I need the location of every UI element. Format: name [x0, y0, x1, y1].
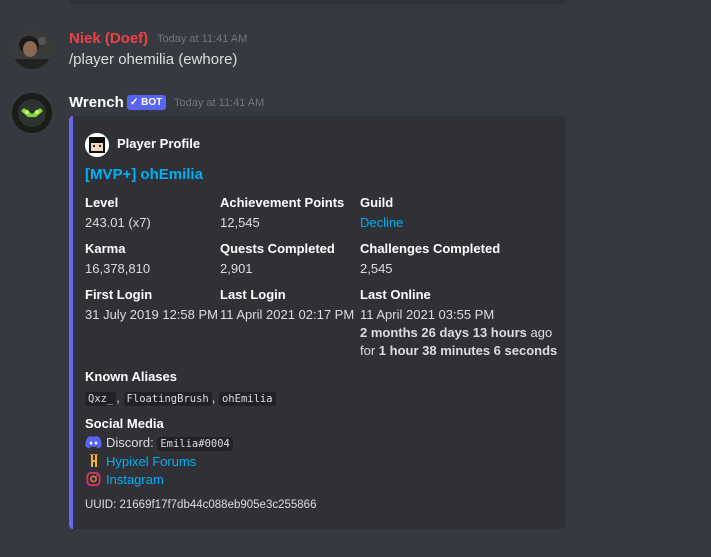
check-icon: ✓	[130, 97, 142, 108]
field-name: Level	[85, 195, 119, 210]
field-social-media: Social Media Discord: Emilia#0004 Hypixe…	[85, 415, 233, 489]
alias-separator: ,	[116, 390, 120, 405]
field-first-login: First Login 31 July 2019 12:58 PM	[85, 286, 218, 324]
aliases-list: Qxz_, FloatingBrush, ohEmilia	[85, 389, 276, 408]
session-duration: 1 hour 38 minutes 6 seconds	[378, 343, 558, 358]
field-level: Level 243.01 (x7)	[85, 194, 151, 232]
ago-duration: 2 months 26 days 13 hours	[360, 325, 527, 340]
alias-code: FloatingBrush	[123, 392, 212, 406]
social-instagram: Instagram	[85, 471, 233, 489]
field-name: Guild	[360, 195, 394, 210]
alias-separator: ,	[211, 390, 216, 405]
field-challenges: Challenges Completed 2,545	[360, 240, 500, 278]
last-online-session: for 1 hour 38 minutes 6 seconds	[360, 342, 557, 360]
field-name: Known Aliases	[85, 369, 177, 384]
field-karma: Karma 16,378,810	[85, 240, 150, 278]
bot-tag: ✓ BOT	[127, 95, 167, 110]
field-name: Social Media	[85, 416, 164, 431]
field-name: First Login	[85, 287, 153, 302]
ago-suffix: ago	[526, 325, 553, 340]
field-known-aliases: Known Aliases Qxz_, FloatingBrush, ohEmi…	[85, 368, 276, 408]
avatar[interactable]	[12, 29, 52, 69]
field-name: Karma	[85, 241, 126, 256]
discord-icon	[85, 435, 102, 449]
hypixel-forums-link[interactable]: Hypixel Forums	[106, 454, 196, 469]
hypixel-icon	[90, 454, 98, 467]
embed-author: Player Profile	[117, 136, 201, 151]
field-quests: Quests Completed 2,901	[220, 240, 335, 278]
field-name: Quests Completed	[220, 241, 335, 256]
field-name: Achievement Points	[220, 195, 345, 210]
avatar[interactable]	[12, 93, 52, 133]
field-value: 2,901	[220, 261, 253, 276]
author-icon	[85, 133, 109, 157]
username[interactable]: Niek (Doef)	[69, 30, 148, 47]
field-guild: Guild Decline	[360, 194, 403, 232]
last-online-ago: 2 months 26 days 13 hours ago	[360, 324, 557, 342]
timestamp: Today at 11:41 AM	[157, 33, 248, 45]
embed: Player Profile [MVP+] ohEmilia Level 243…	[69, 116, 566, 529]
discord-label: Discord:	[106, 435, 154, 450]
field-value: 12,545	[220, 215, 260, 230]
field-value: 16,378,810	[85, 261, 151, 276]
guild-link[interactable]: Decline	[360, 214, 403, 232]
embed-title[interactable]: [MVP+] ohEmilia	[85, 166, 203, 183]
embed-footer: UUID: 21669f17f7db44c088eb905e3c255866	[85, 499, 317, 511]
username[interactable]: Wrench	[69, 94, 124, 111]
social-forums: Hypixel Forums	[85, 453, 233, 471]
discord-tag: Emilia#0004	[157, 437, 233, 451]
field-last-login: Last Login 11 April 2021 02:17 PM	[220, 286, 354, 324]
field-value: 2,545	[360, 261, 393, 276]
field-value: 243.01 (x7)	[85, 215, 151, 230]
timestamp: Today at 11:41 AM	[174, 97, 265, 109]
instagram-icon	[86, 472, 101, 486]
embed-accent-bar	[69, 116, 73, 529]
field-value: 11 April 2021 03:55 PM	[360, 307, 495, 322]
field-value: 31 July 2019 12:58 PM	[85, 307, 218, 322]
field-last-online: Last Online 11 April 2021 03:55 PM 2 mon…	[360, 286, 557, 360]
social-discord: Discord: Emilia#0004	[85, 434, 233, 453]
message-content: /player ohemilia (ewhore)	[69, 51, 238, 68]
field-name: Last Login	[220, 287, 286, 302]
alias-code: ohEmilia	[218, 392, 276, 406]
field-name: Last Online	[360, 287, 431, 302]
for-prefix: for	[360, 343, 379, 358]
field-value: 11 April 2021 02:17 PM	[220, 307, 355, 322]
alias-code: Qxz_	[85, 392, 117, 406]
field-name: Challenges Completed	[360, 241, 501, 256]
field-achievement-points: Achievement Points 12,545	[220, 194, 344, 232]
instagram-link[interactable]: Instagram	[106, 472, 164, 487]
previous-embed-bottom	[69, 0, 566, 4]
